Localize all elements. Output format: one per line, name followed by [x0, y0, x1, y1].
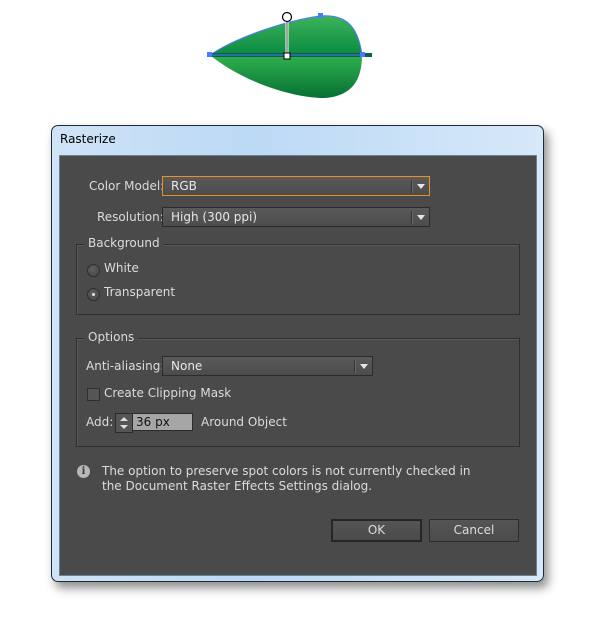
options-group: Options Anti-aliasing: None Create Clipp…	[76, 330, 520, 447]
anchor-point-left	[207, 52, 212, 57]
add-label: Add:	[86, 415, 114, 429]
resolution-select[interactable]: High (300 ppi)	[162, 207, 430, 227]
handle-knob	[281, 11, 293, 23]
info-icon: i	[77, 465, 90, 478]
anti-aliasing-label: Anti-aliasing:	[86, 359, 165, 373]
color-model-label: Color Model:	[89, 179, 165, 193]
color-model-value: RGB	[171, 179, 197, 193]
chevron-down-icon	[360, 364, 368, 369]
radio-transparent-label[interactable]: Transparent	[104, 285, 175, 299]
add-stepper[interactable]	[115, 413, 133, 433]
resolution-value: High (300 ppi)	[171, 210, 258, 224]
anti-aliasing-value: None	[171, 359, 203, 373]
handle-anchor	[283, 52, 291, 60]
anchor-point-top	[318, 13, 323, 18]
dialog-title: Rasterize	[60, 132, 116, 146]
resolution-label: Resolution:	[97, 210, 164, 224]
clipping-mask-checkbox[interactable]	[87, 388, 100, 401]
stepper-down-icon[interactable]	[120, 425, 128, 429]
chevron-down-icon	[417, 184, 425, 189]
cancel-button[interactable]: Cancel	[429, 519, 519, 542]
clipping-mask-label[interactable]: Create Clipping Mask	[104, 386, 231, 400]
background-group-title: Background	[84, 236, 164, 250]
stepper-up-icon[interactable]	[120, 417, 128, 421]
leaf-bottom-half	[210, 55, 362, 98]
options-group-title: Options	[84, 330, 139, 344]
radio-white-label[interactable]: White	[104, 261, 139, 275]
background-group: Background White Transparent	[76, 236, 520, 315]
info-message: The option to preserve spot colors is no…	[102, 464, 471, 493]
add-suffix-label: Around Object	[201, 415, 287, 429]
ok-button[interactable]: OK	[331, 519, 422, 542]
anchor-point-right	[360, 52, 365, 57]
radio-white[interactable]	[87, 264, 100, 277]
add-input[interactable]: 36 px	[132, 413, 193, 431]
leaf-artwork[interactable]	[0, 0, 600, 110]
rasterize-dialog: Rasterize Color Model: RGB Resolution: H…	[51, 125, 544, 582]
chevron-down-icon	[417, 215, 425, 220]
color-model-select[interactable]: RGB	[162, 176, 430, 196]
radio-transparent[interactable]	[87, 288, 100, 301]
anti-aliasing-select[interactable]: None	[162, 356, 373, 376]
dialog-body: Color Model: RGB Resolution: High (300 p…	[59, 155, 537, 576]
